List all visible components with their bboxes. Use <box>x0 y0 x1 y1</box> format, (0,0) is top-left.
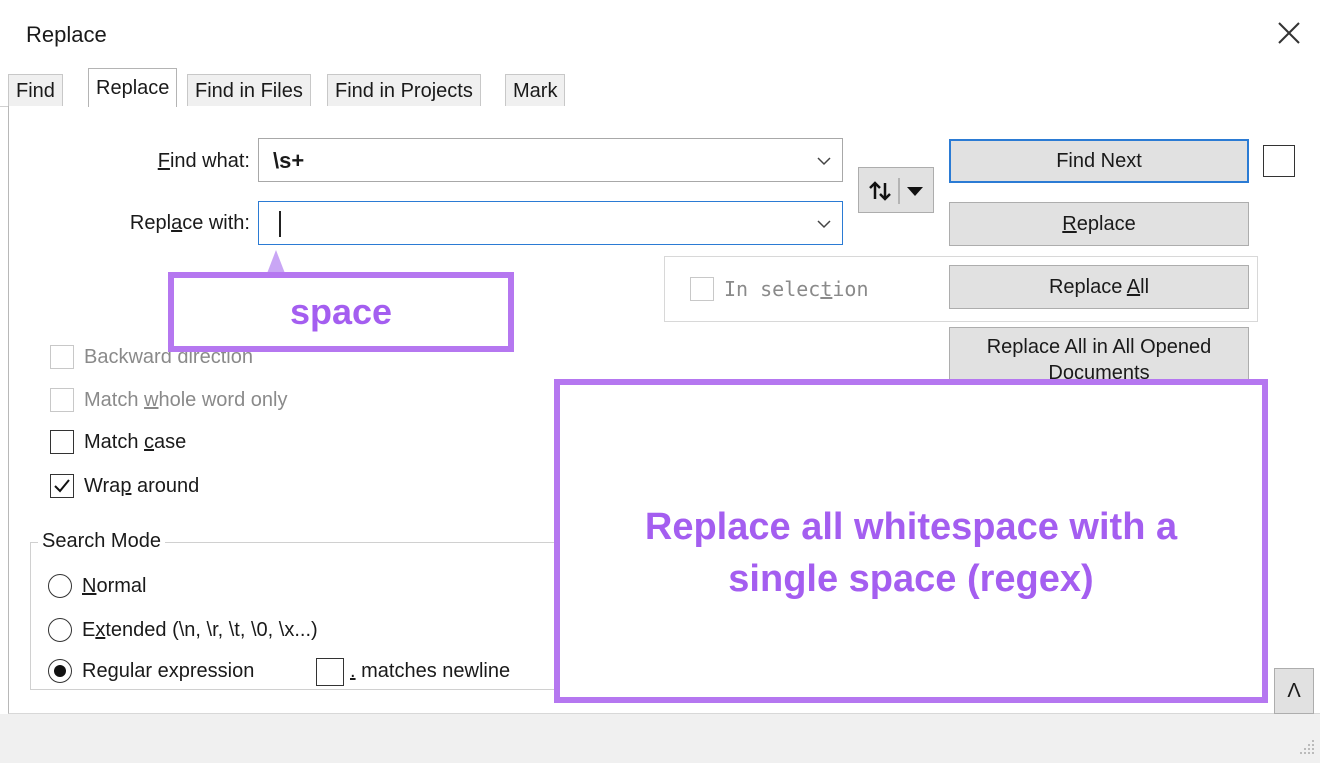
radio-selected-dot <box>54 665 66 677</box>
collapse-button[interactable]: Λ <box>1274 668 1314 714</box>
wrap-around-checkbox[interactable] <box>50 474 74 498</box>
radio-regular-expression[interactable] <box>48 659 72 683</box>
wrap-around-label: Wrap around <box>84 475 200 497</box>
extended-label: Extended (\n, \r, \t, \0, \x...) <box>82 619 318 641</box>
match-whole-word-label: Match whole word only <box>84 389 288 411</box>
dot-matches-newline-checkbox[interactable] <box>316 658 344 686</box>
find-what-value: \s+ <box>273 148 305 173</box>
check-icon <box>54 479 70 493</box>
in-selection-label: In selection <box>724 277 869 301</box>
text-cursor <box>279 211 281 237</box>
match-case-label: Match case <box>84 431 187 453</box>
replace-with-combo[interactable] <box>258 201 843 245</box>
replace-with-label: Replace with: <box>129 212 250 234</box>
tab-find-in-projects[interactable]: Find in Projects <box>327 74 481 106</box>
find-what-label: Find what: <box>157 150 250 172</box>
match-case-checkbox[interactable] <box>50 430 74 454</box>
transparency-checkbox[interactable] <box>1263 145 1295 177</box>
regular-expression-label: Regular expression <box>82 660 255 682</box>
replace-button[interactable]: Replace <box>949 202 1249 246</box>
replace-all-opened-line1: Replace All in All Opened <box>986 336 1212 358</box>
match-whole-word-checkbox[interactable] <box>50 388 74 412</box>
tab-replace[interactable]: Replace <box>88 68 178 107</box>
chevron-down-icon[interactable] <box>816 153 832 169</box>
resize-grip-icon[interactable] <box>1298 738 1318 758</box>
chevron-down-icon[interactable] <box>816 216 832 232</box>
in-selection-checkbox[interactable] <box>690 277 714 301</box>
annotation-line1: Replace all whitespace with a <box>644 506 1178 548</box>
tab-find-in-files[interactable]: Find in Files <box>187 74 311 106</box>
annotation-line2: single space (regex) <box>728 558 1094 600</box>
find-next-button[interactable]: Find Next <box>949 139 1249 183</box>
radio-extended[interactable] <box>48 618 72 642</box>
close-icon[interactable] <box>1272 16 1306 50</box>
status-strip <box>0 714 1320 763</box>
swap-direction-icon <box>869 178 923 204</box>
tab-mark[interactable]: Mark <box>505 74 566 106</box>
normal-label: Normal <box>82 575 147 597</box>
window-title: Replace <box>26 22 107 47</box>
search-mode-title: Search Mode <box>38 530 165 553</box>
backward-direction-checkbox[interactable] <box>50 345 74 369</box>
dot-matches-newline-label: . matches newline <box>350 660 511 682</box>
space-annotation: space <box>168 272 514 352</box>
replace-all-button[interactable]: Replace All <box>949 265 1249 309</box>
find-what-combo[interactable]: \s+ <box>258 138 843 182</box>
replace-all-opened-button[interactable]: Replace All in All Opened Documents <box>949 327 1249 387</box>
radio-normal[interactable] <box>48 574 72 598</box>
whitespace-annotation: Replace all whitespace with a single spa… <box>554 379 1268 703</box>
tab-find[interactable]: Find <box>8 74 63 106</box>
direction-split-button[interactable] <box>858 167 934 213</box>
